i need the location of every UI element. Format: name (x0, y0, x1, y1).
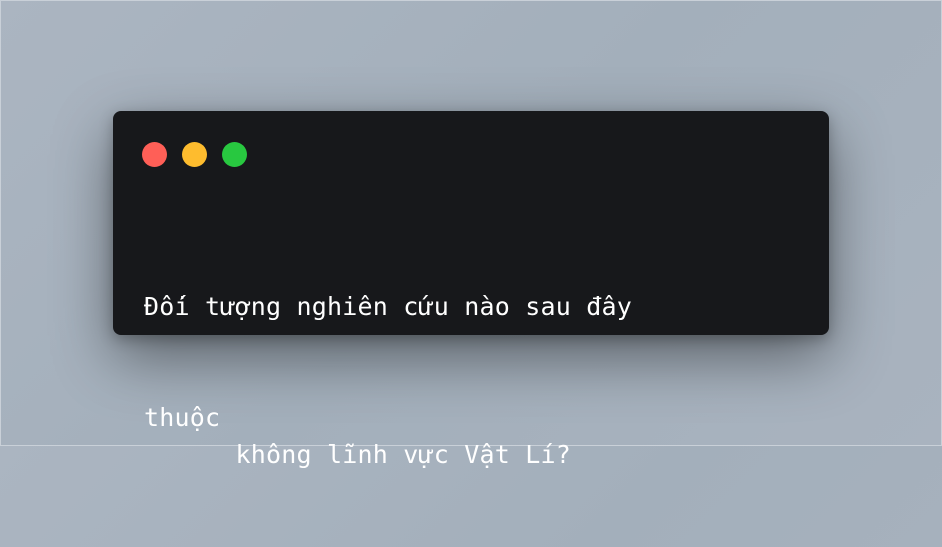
code-line-2-overlap-text: thuộc (144, 403, 221, 432)
code-line-1: Đối tượng nghiên cứu nào sau đây (144, 292, 633, 321)
window-controls (142, 142, 247, 167)
code-window: Đối tượng nghiên cứu nào sau đây không l… (113, 111, 829, 469)
code-text: Đối tượng nghiên cứu nào sau đây không l… (144, 214, 704, 510)
code-line-2-text: không lĩnh vực Vật Lí? (235, 440, 572, 469)
code-line-2: không lĩnh vực Vật Lí? thuộc (144, 399, 704, 469)
close-dot-icon[interactable] (142, 142, 167, 167)
minimize-dot-icon[interactable] (182, 142, 207, 167)
maximize-dot-icon[interactable] (222, 142, 247, 167)
